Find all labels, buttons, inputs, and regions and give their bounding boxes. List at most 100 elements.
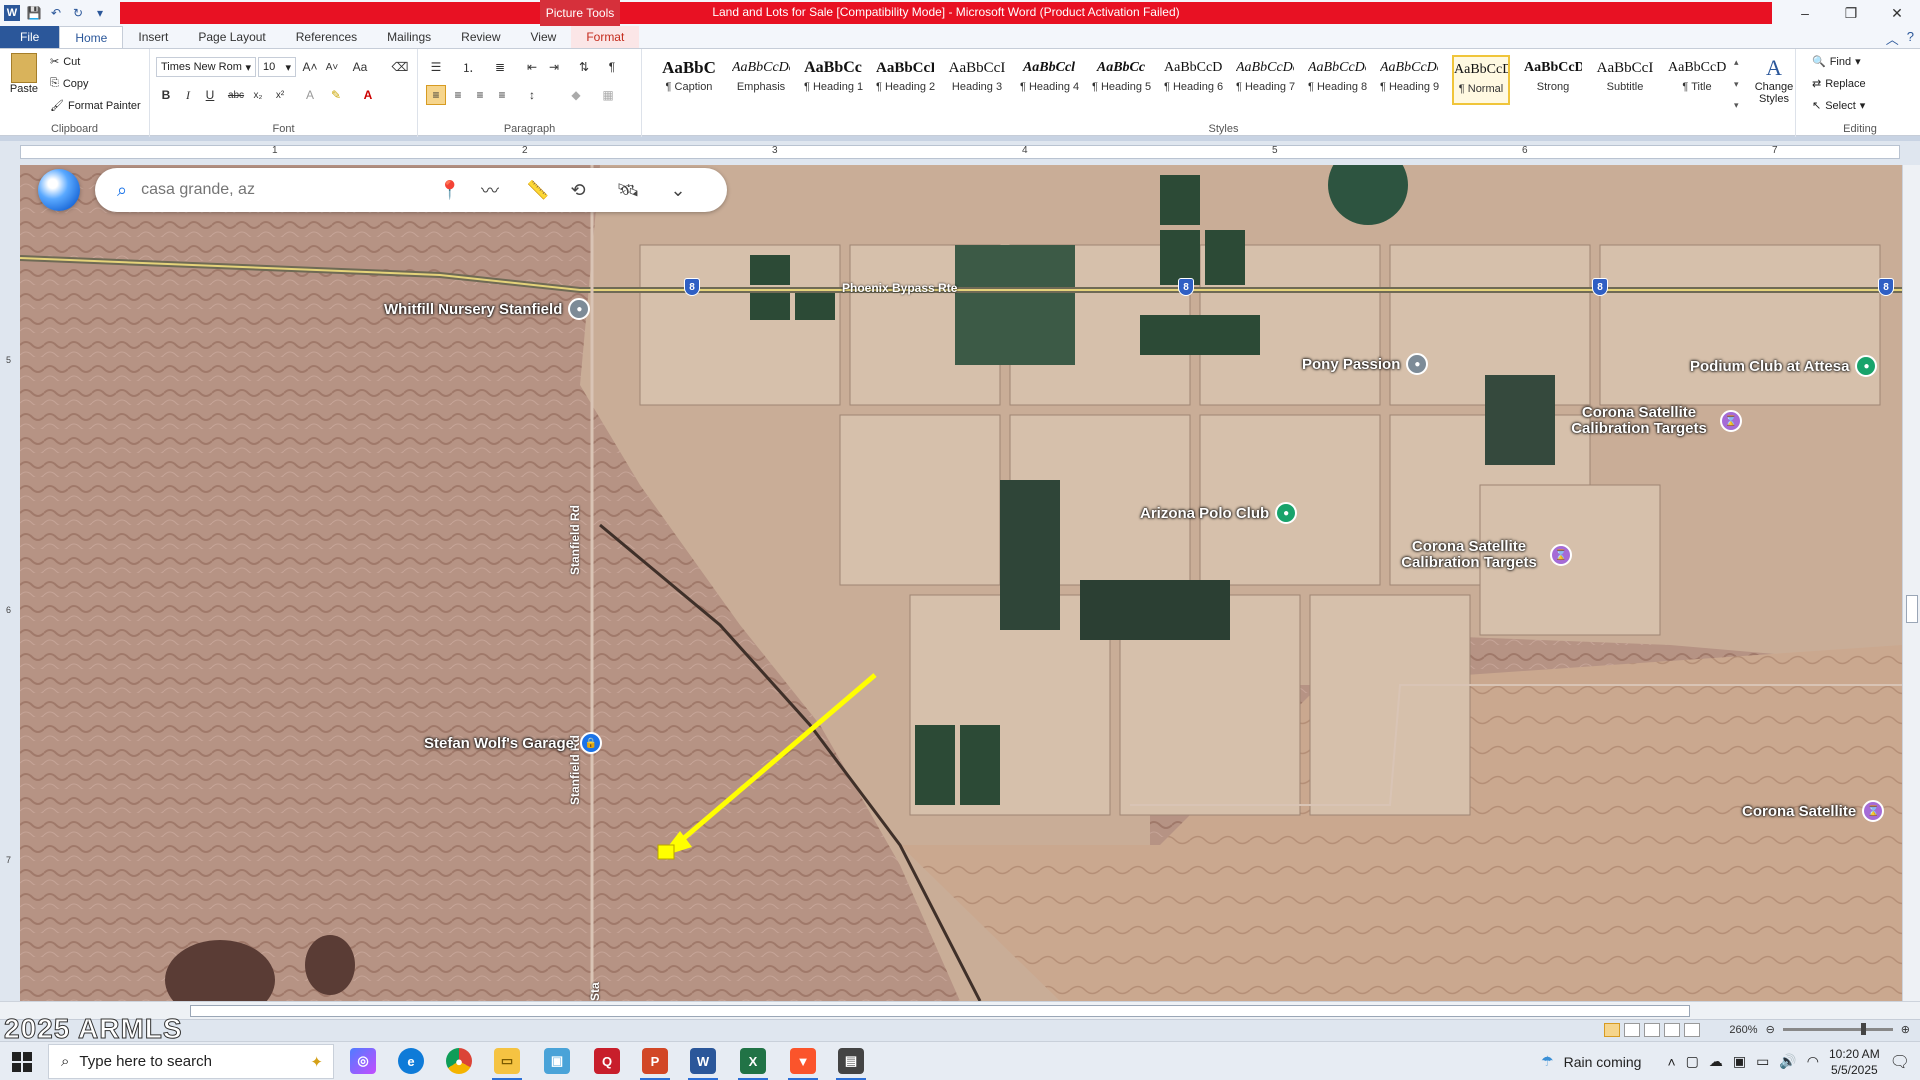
meet-now-icon[interactable]: ▢: [1686, 1053, 1699, 1070]
help-icon[interactable]: ?: [1907, 29, 1914, 48]
shading-icon[interactable]: ◆: [566, 85, 586, 105]
zoom-level[interactable]: 260%: [1729, 1024, 1757, 1036]
place-marker[interactable]: Stefan Wolf's Garage 🔒: [424, 732, 602, 754]
style-item[interactable]: AaBbCcI Heading 3: [948, 55, 1006, 105]
increase-indent-icon[interactable]: ⇥: [544, 57, 564, 77]
map-picture[interactable]: ⌕ 📍 〰 📏 ⟲ 🛰 ⌄ 8 8 8 8 Phoenix Bypass Rte…: [20, 165, 1902, 1001]
strikethrough-icon[interactable]: abc: [226, 85, 246, 105]
place-marker[interactable]: Podium Club at Attesa ●: [1690, 355, 1878, 377]
place-marker[interactable]: Whitfill Nursery Stanfield ●: [384, 298, 591, 320]
cut-button[interactable]: ✂ Cut: [50, 55, 80, 69]
print-layout-view-button[interactable]: [1604, 1023, 1620, 1037]
search-input[interactable]: [141, 181, 362, 199]
location-pin-icon[interactable]: 📍: [437, 178, 463, 202]
app-generic-icon[interactable]: ▤: [838, 1048, 864, 1074]
horizontal-scrollbar[interactable]: [0, 1001, 1920, 1019]
font-family-combo[interactable]: Times New Rom ▾: [156, 57, 256, 77]
brave-icon[interactable]: ▼: [790, 1048, 816, 1074]
style-item[interactable]: AaBbCcDc ¶ Heading 7: [1236, 55, 1295, 105]
tab-insert[interactable]: Insert: [123, 26, 183, 48]
find-button[interactable]: 🔍 Find ▾: [1812, 55, 1861, 69]
highlight-icon[interactable]: ✎: [326, 85, 346, 105]
weather-icon[interactable]: ☂: [1541, 1053, 1554, 1070]
style-item[interactable]: AaBbCcI Subtitle: [1596, 55, 1654, 105]
style-item[interactable]: AaBbCcDc ¶ Heading 8: [1308, 55, 1367, 105]
align-right-icon[interactable]: ≡: [470, 85, 490, 105]
save-icon[interactable]: 💾: [26, 5, 42, 21]
undo-icon[interactable]: ↶: [48, 5, 64, 21]
vertical-ruler[interactable]: 5 6 7: [0, 165, 20, 1001]
chevron-down-icon[interactable]: ⌄: [665, 178, 691, 202]
chrome-icon[interactable]: ●: [446, 1048, 472, 1074]
align-left-icon[interactable]: ≡: [426, 85, 446, 105]
chevron-up-icon[interactable]: ▴: [1734, 57, 1746, 68]
place-pin-icon[interactable]: ●: [568, 298, 591, 320]
style-item[interactable]: AaBbC ¶ Caption: [660, 55, 718, 105]
select-button[interactable]: ↖ Select ▾: [1812, 99, 1865, 113]
style-item[interactable]: AaBbCcDd Strong: [1524, 55, 1582, 105]
style-item[interactable]: AaBbCcl ¶ Heading 4: [1020, 55, 1079, 105]
change-case-icon[interactable]: Aa: [350, 57, 370, 77]
grow-font-icon[interactable]: A˄: [300, 57, 320, 77]
place-marker[interactable]: Corona Satellite Calibration Targets ⌛: [1564, 405, 1742, 437]
copilot-icon[interactable]: ◎: [350, 1048, 376, 1074]
tab-review[interactable]: Review: [446, 26, 515, 48]
satellite-icon[interactable]: 🛰: [615, 178, 641, 202]
styles-scroll[interactable]: ▴ ▾ ▾: [1734, 57, 1746, 111]
battery-icon[interactable]: ▭: [1756, 1053, 1769, 1070]
place-pin-icon[interactable]: ●: [1855, 355, 1878, 377]
style-item[interactable]: AaBbCcDc ¶ Heading 9: [1380, 55, 1439, 105]
justify-icon[interactable]: ≡: [492, 85, 512, 105]
superscript-icon[interactable]: x²: [270, 85, 290, 105]
scroll-thumb[interactable]: [190, 1005, 1690, 1017]
font-size-combo[interactable]: 10 ▾: [258, 57, 296, 77]
scroll-thumb[interactable]: [1906, 595, 1918, 623]
word-app-icon[interactable]: W: [4, 5, 20, 21]
style-item[interactable]: AaBbCcDdI ¶ Title: [1668, 55, 1726, 105]
edge-icon[interactable]: e: [398, 1048, 424, 1074]
word-taskbar-icon[interactable]: W: [690, 1048, 716, 1074]
sort-icon[interactable]: ⇅: [574, 57, 594, 77]
underline-icon[interactable]: U: [200, 85, 220, 105]
path-icon[interactable]: 〰: [477, 178, 503, 202]
place-pin-icon[interactable]: ⌛: [1550, 544, 1572, 566]
close-button[interactable]: ✕: [1874, 0, 1920, 26]
taskbar-search[interactable]: ⌕ Type here to search ✦: [48, 1044, 334, 1079]
tab-format[interactable]: Format: [571, 26, 640, 48]
italic-icon[interactable]: I: [178, 85, 198, 105]
file-explorer-icon[interactable]: ▭: [494, 1048, 520, 1074]
decrease-indent-icon[interactable]: ⇤: [522, 57, 542, 77]
change-styles-button[interactable]: A Change Styles: [1752, 55, 1796, 105]
style-item[interactable]: AaBbCcDc ¶ Heading 6: [1164, 55, 1223, 105]
place-marker[interactable]: Corona Satellite Calibration Targets ⌛: [1394, 539, 1572, 571]
place-pin-icon[interactable]: ⌛: [1720, 410, 1742, 432]
place-pin-icon[interactable]: ●: [1275, 502, 1298, 524]
tab-page-layout[interactable]: Page Layout: [183, 26, 280, 48]
onedrive-icon[interactable]: ☁: [1709, 1053, 1723, 1070]
tab-references[interactable]: References: [281, 26, 372, 48]
bullets-icon[interactable]: ☰: [426, 57, 446, 77]
copy-button[interactable]: ⎘ Copy: [50, 77, 89, 90]
customize-qat-icon[interactable]: ▾: [92, 5, 108, 21]
horizontal-ruler[interactable]: 1 2 3 4 5 6 7: [0, 141, 1920, 165]
style-item[interactable]: AaBbCcI ¶ Heading 2: [876, 55, 935, 105]
style-item[interactable]: AaBbCc ¶ Heading 1: [804, 55, 863, 105]
tab-home[interactable]: Home: [59, 26, 124, 48]
place-pin-icon[interactable]: 🔒: [580, 732, 602, 754]
clock[interactable]: 10:20 AM 5/5/2025: [1829, 1046, 1880, 1078]
zoom-slider[interactable]: [1782, 1023, 1893, 1035]
windows-start-icon[interactable]: [12, 1052, 32, 1072]
zoom-slider-knob[interactable]: [1860, 1023, 1866, 1035]
place-marker[interactable]: Pony Passion ●: [1302, 353, 1429, 375]
format-painter-button[interactable]: 🖌 Format Painter: [50, 99, 141, 113]
network-icon[interactable]: ▣: [1733, 1053, 1746, 1070]
more-styles-icon[interactable]: ▾: [1734, 100, 1746, 111]
shrink-font-icon[interactable]: A˅: [322, 57, 342, 77]
style-item[interactable]: AaBbCcDc Emphasis: [732, 55, 790, 105]
place-pin-icon[interactable]: ●: [1406, 353, 1429, 375]
tab-file[interactable]: File: [0, 26, 60, 48]
minimize-ribbon-icon[interactable]: ︿: [1886, 29, 1899, 48]
historical-imagery-icon[interactable]: ⟲: [565, 178, 591, 202]
align-center-icon[interactable]: ≡: [448, 85, 468, 105]
notifications-icon[interactable]: 🗨: [1890, 1052, 1910, 1072]
